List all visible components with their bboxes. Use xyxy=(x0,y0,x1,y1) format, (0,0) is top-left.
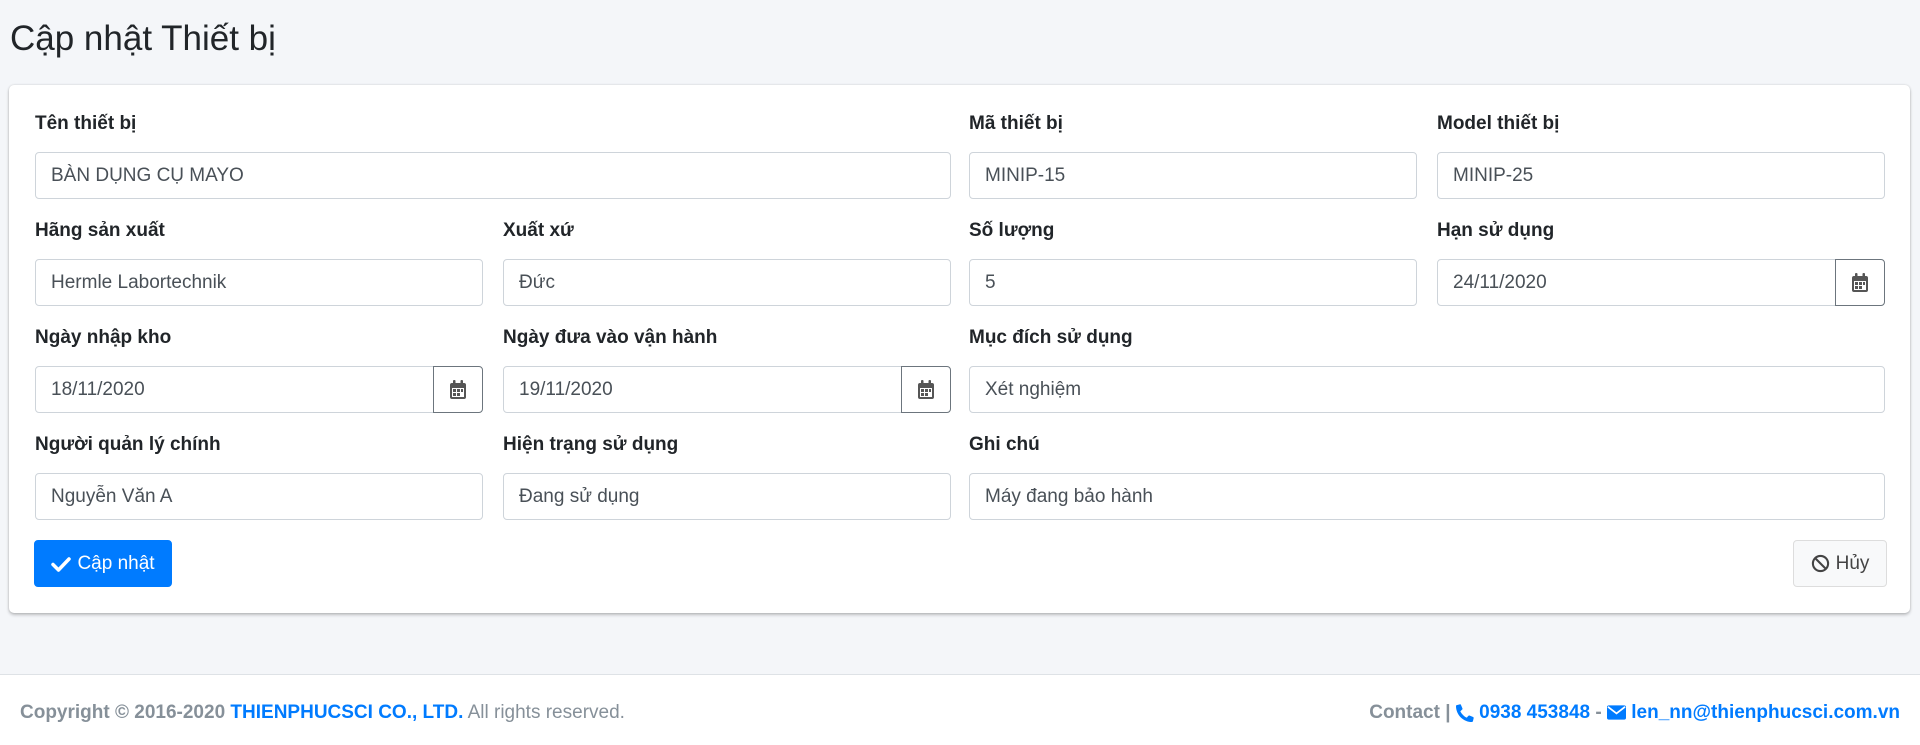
calendar-icon xyxy=(450,379,466,399)
ngay-nhap-kho-input[interactable]: 18/11/2020 xyxy=(35,366,434,413)
field-han-su-dung: Hạn sử dụng 24/11/2020 xyxy=(1437,218,1885,308)
check-icon xyxy=(51,556,72,572)
rights-text: All rights reserved. xyxy=(467,702,625,723)
label-xuat-xu: Xuất xứ xyxy=(503,220,574,241)
label-nguoi-quan-ly-chinh: Người quản lý chính xyxy=(35,434,221,455)
han-su-dung-calendar-button[interactable] xyxy=(1835,259,1885,306)
calendar-icon xyxy=(1852,272,1868,292)
label-muc-dich-su-dung: Mục đích sử dụng xyxy=(969,327,1133,348)
page-title: Cập nhật Thiết bị xyxy=(10,19,276,58)
footer-contact: Contact | 0938 453848 - len_nn@thienphuc… xyxy=(1369,701,1900,725)
phone-icon xyxy=(1455,704,1474,722)
update-button-label: Cập nhật xyxy=(77,552,155,574)
ma-thiet-bi-input[interactable]: MINIP-15 xyxy=(969,152,1417,199)
footer-copyright: Copyright © 2016-2020 THIENPHUCSCI CO., … xyxy=(20,701,625,725)
han-su-dung-input[interactable]: 24/11/2020 xyxy=(1437,259,1836,306)
field-ghi-chu: Ghi chú Máy đang bảo hành xyxy=(969,432,1885,522)
field-muc-dich-su-dung: Mục đích sử dụng Xét nghiệm xyxy=(969,325,1885,415)
so-luong-input[interactable]: 5 xyxy=(969,259,1417,306)
label-ma-thiet-bi: Mã thiết bị xyxy=(969,113,1063,134)
field-so-luong: Số lượng 5 xyxy=(969,218,1417,308)
cancel-button-label: Hủy xyxy=(1835,552,1870,574)
cancel-button[interactable]: Hủy xyxy=(1793,540,1887,587)
muc-dich-su-dung-input[interactable]: Xét nghiệm xyxy=(969,366,1885,413)
hien-trang-su-dung-input[interactable]: Đang sử dụng xyxy=(503,473,951,520)
label-so-luong: Số lượng xyxy=(969,220,1055,241)
label-ngay-dua-vao-van-hanh: Ngày đưa vào vận hành xyxy=(503,327,718,348)
label-han-su-dung: Hạn sử dụng xyxy=(1437,220,1555,241)
field-ma-thiet-bi: Mã thiết bị MINIP-15 xyxy=(969,111,1417,201)
label-ngay-nhap-kho: Ngày nhập kho xyxy=(35,327,172,348)
email-link[interactable]: len_nn@thienphucsci.com.vn xyxy=(1631,702,1900,723)
label-hien-trang-su-dung: Hiện trạng sử dụng xyxy=(503,434,679,455)
field-ten-thiet-bi: Tên thiết bị BÀN DỤNG CỤ MAYO xyxy=(35,111,951,201)
ngay-dua-vao-van-hanh-input[interactable]: 19/11/2020 xyxy=(503,366,902,413)
ten-thiet-bi-input[interactable]: BÀN DỤNG CỤ MAYO xyxy=(35,152,951,199)
field-ngay-dua-vao-van-hanh: Ngày đưa vào vận hành 19/11/2020 xyxy=(503,325,951,415)
field-xuat-xu: Xuất xứ Đức xyxy=(503,218,951,308)
contact-separator: - xyxy=(1595,702,1602,723)
model-thiet-bi-input[interactable]: MINIP-25 xyxy=(1437,152,1885,199)
device-form-card: Tên thiết bị BÀN DỤNG CỤ MAYO Mã thiết b… xyxy=(9,85,1910,613)
nguoi-quan-ly-chinh-input[interactable]: Nguyễn Văn A xyxy=(35,473,483,520)
phone-link[interactable]: 0938 453848 xyxy=(1479,702,1590,723)
label-model-thiet-bi: Model thiết bị xyxy=(1437,113,1560,134)
ban-icon xyxy=(1811,554,1829,573)
hang-san-xuat-input[interactable]: Hermle Labortechnik xyxy=(35,259,483,306)
label-hang-san-xuat: Hãng sản xuất xyxy=(35,220,165,241)
label-ten-thiet-bi: Tên thiết bị xyxy=(35,113,137,134)
field-hang-san-xuat: Hãng sản xuất Hermle Labortechnik xyxy=(35,218,483,308)
xuat-xu-input[interactable]: Đức xyxy=(503,259,951,306)
field-nguoi-quan-ly-chinh: Người quản lý chính Nguyễn Văn A xyxy=(35,432,483,522)
envelope-icon xyxy=(1606,705,1626,721)
ghi-chu-input[interactable]: Máy đang bảo hành xyxy=(969,473,1885,520)
contact-label: Contact | xyxy=(1369,702,1451,723)
label-ghi-chu: Ghi chú xyxy=(969,434,1040,455)
field-ngay-nhap-kho: Ngày nhập kho 18/11/2020 xyxy=(35,325,483,415)
company-link[interactable]: THIENPHUCSCI CO., LTD. xyxy=(230,702,463,723)
copyright-text: Copyright © 2016-2020 xyxy=(20,702,226,723)
update-button[interactable]: Cập nhật xyxy=(34,540,172,587)
field-hien-trang-su-dung: Hiện trạng sử dụng Đang sử dụng xyxy=(503,432,951,522)
calendar-icon xyxy=(918,379,934,399)
field-model-thiet-bi: Model thiết bị MINIP-25 xyxy=(1437,111,1885,201)
footer: Copyright © 2016-2020 THIENPHUCSCI CO., … xyxy=(0,674,1920,745)
ngay-nhap-kho-calendar-button[interactable] xyxy=(433,366,483,413)
ngay-dua-vao-van-hanh-calendar-button[interactable] xyxy=(901,366,951,413)
